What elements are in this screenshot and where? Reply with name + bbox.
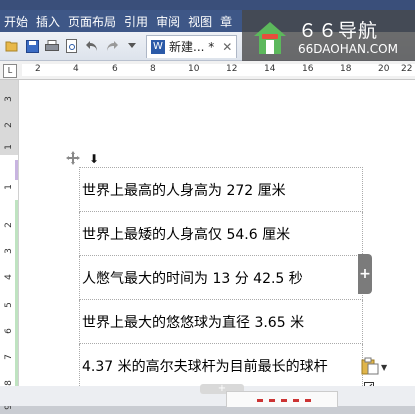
undo-icon[interactable] [84, 38, 100, 54]
ruler-v-tick-label: 5 [4, 302, 14, 308]
menu-item-view[interactable]: 视图 [184, 13, 216, 30]
table-row: 世界上最矮的人身高仅 54.6 厘米 [79, 211, 363, 256]
print-icon[interactable] [44, 38, 60, 54]
ruler-page-area [22, 64, 415, 76]
table-row: 4.37 米的高尔夫球杆为目前最长的球杆 [79, 343, 363, 388]
menu-item-section[interactable]: 章 [216, 13, 236, 30]
table-cell[interactable]: 4.37 米的高尔夫球杆为目前最长的球杆 [79, 343, 363, 388]
table-cell[interactable]: 世界上最高的人身高为 272 厘米 [79, 167, 363, 212]
ruler-h-tick-label: 20 [378, 64, 390, 74]
table-cell[interactable]: 世界上最大的悠悠球为直径 3.65 米 [79, 299, 363, 344]
table-row: 世界上最大的悠悠球为直径 3.65 米 [79, 299, 363, 344]
column-select-arrow-icon[interactable]: ⬇ [89, 152, 99, 166]
table-cell[interactable]: 世界上最矮的人身高仅 54.6 厘米 [79, 211, 363, 256]
table-row: 人憋气最大的时间为 13 分 42.5 秒 [79, 255, 363, 300]
watermark-brand: ６６导航 [298, 20, 379, 42]
ruler-v-tick-label: 1 [4, 184, 14, 190]
word-doc-icon: W [151, 39, 165, 54]
ruler-v-tick-label: 4 [4, 274, 14, 280]
menu-item-insert[interactable]: 插入 [32, 13, 64, 30]
table-move-handle-icon[interactable] [66, 151, 80, 165]
paste-options-caret-icon[interactable]: ▼ [381, 363, 387, 372]
ruler-h-tick-label: 22 [401, 64, 413, 74]
ruler-h-tick-label: 2 [35, 64, 41, 74]
ruler-marker-green [15, 200, 18, 406]
ruler-h-tick-label: 16 [302, 64, 314, 74]
ruler-h-tick-label: 12 [226, 64, 238, 74]
vertical-ruler[interactable]: 321123456789 [0, 80, 19, 410]
ruler-h-tick-label: 14 [264, 64, 276, 74]
menu-item-references[interactable]: 引用 [120, 13, 152, 30]
menu-item-home[interactable]: 开始 [0, 13, 32, 30]
ruler-h-tick-label: 18 [340, 64, 352, 74]
add-column-button[interactable]: + [358, 254, 372, 294]
table-cell[interactable]: 人憋气最大的时间为 13 分 42.5 秒 [79, 255, 363, 300]
ruler-marker-purple [15, 160, 18, 180]
table-row: 世界上最高的人身高为 272 厘米 [79, 167, 363, 212]
print-preview-icon[interactable] [64, 38, 80, 54]
menu-item-review[interactable]: 审阅 [152, 13, 184, 30]
dropdown-icon[interactable] [124, 38, 140, 54]
data-table[interactable]: 世界上最高的人身高为 272 厘米 世界上最矮的人身高仅 54.6 厘米 人憋气… [79, 167, 363, 388]
site-watermark: ６６导航 66DAOHAN.COM [242, 10, 415, 66]
popup-content-fragment [257, 399, 317, 402]
floating-popup [226, 391, 338, 407]
ruler-v-tick-label: 1 [4, 144, 14, 150]
document-tab-label: 新建... * [169, 40, 215, 54]
ruler-v-tick-label: 3 [4, 248, 14, 254]
house-logo-icon [254, 22, 286, 54]
open-icon[interactable] [4, 38, 20, 54]
document-tab[interactable]: W 新建... * ✕ [146, 34, 238, 58]
ruler-v-tick-label: 7 [4, 354, 14, 360]
ruler-v-tick-label: 2 [4, 222, 14, 228]
menu-item-page-layout[interactable]: 页面布局 [64, 13, 120, 30]
watermark-domain: 66DAOHAN.COM [298, 42, 398, 56]
ruler-h-tick-label: 8 [150, 64, 156, 74]
ruler-h-tick-label: 6 [112, 64, 118, 74]
redo-icon[interactable] [104, 38, 120, 54]
ruler-v-tick-label: 2 [4, 122, 14, 128]
ruler-v-tick-label: 3 [4, 96, 14, 102]
horizontal-ruler[interactable]: 2 4 6 8 10 12 14 16 18 20 22 [0, 61, 415, 80]
tab-stop-selector[interactable]: L [3, 64, 17, 78]
close-icon[interactable]: ✕ [222, 40, 232, 54]
ruler-h-tick-label: 10 [188, 64, 200, 74]
ruler-h-tick-label: 4 [73, 64, 79, 74]
paste-options-icon[interactable] [361, 357, 379, 375]
title-bar [0, 0, 415, 10]
ruler-v-tick-label: 6 [4, 328, 14, 334]
save-icon[interactable] [24, 38, 40, 54]
